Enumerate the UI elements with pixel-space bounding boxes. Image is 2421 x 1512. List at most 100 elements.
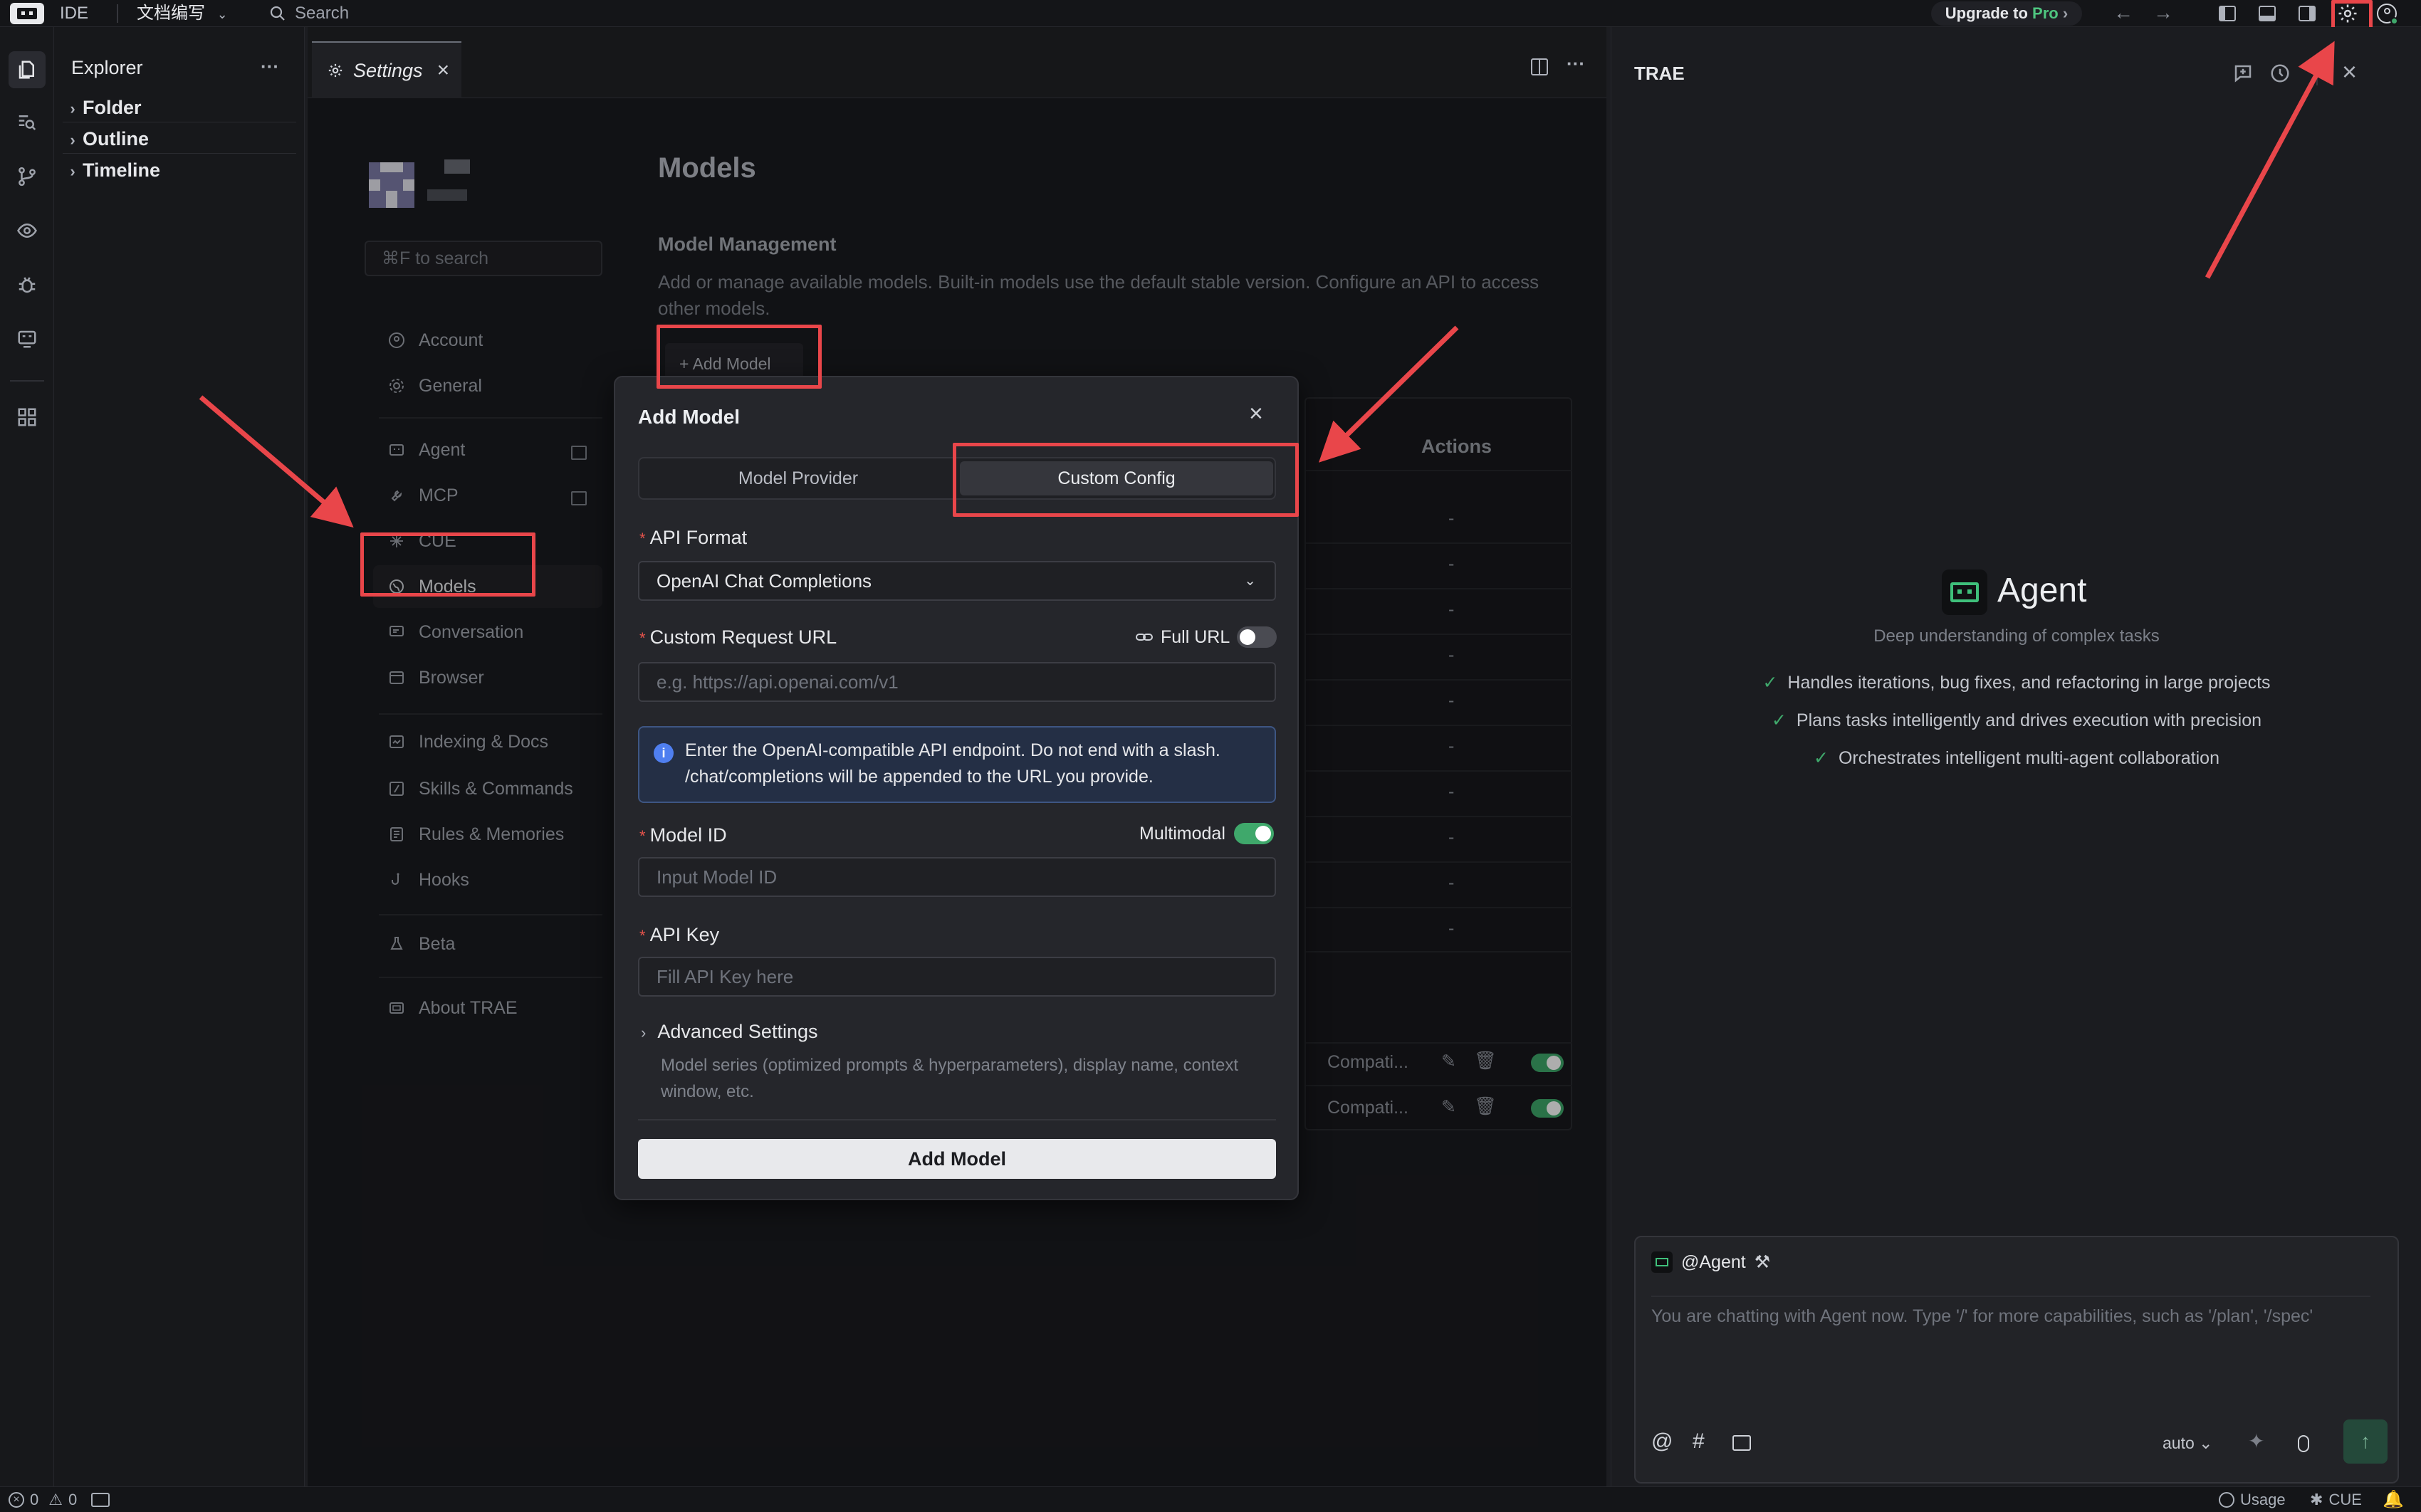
sparkle-icon[interactable]: ✦ bbox=[2248, 1429, 2264, 1453]
account-avatar-icon[interactable] bbox=[2377, 4, 2398, 25]
toggle-right-panel-icon[interactable] bbox=[2299, 6, 2316, 21]
chevron-down-icon: ⌄ bbox=[216, 7, 228, 21]
image-icon[interactable] bbox=[1732, 1435, 1751, 1451]
usage-indicator[interactable]: Usage bbox=[2219, 1491, 2286, 1509]
model-id-label: * Model ID bbox=[639, 824, 727, 846]
cue-label: CUE bbox=[2328, 1491, 2362, 1508]
title-bar: IDE 文档编写 ⌄ Search Upgrade to Pro › ← → bbox=[0, 0, 2421, 27]
cue-indicator[interactable]: ✱ CUE bbox=[2310, 1491, 2362, 1509]
api-key-label: * API Key bbox=[639, 924, 719, 946]
custom-url-input[interactable]: e.g. https://api.openai.com/v1 bbox=[638, 662, 1276, 702]
chevron-down-icon: ⌄ bbox=[2199, 1434, 2213, 1452]
chevron-right-icon: › bbox=[70, 100, 75, 117]
remote-icon[interactable] bbox=[9, 320, 46, 357]
toggle-panel-icon[interactable] bbox=[2259, 6, 2276, 21]
toggle-sidebar-icon[interactable] bbox=[2219, 6, 2236, 21]
chevron-right-icon: › bbox=[2062, 4, 2069, 22]
panel-title: TRAE bbox=[1634, 63, 1685, 84]
source-control-icon[interactable] bbox=[9, 158, 46, 195]
mention-icon[interactable]: @ bbox=[1651, 1429, 1673, 1454]
notifications-bell-icon[interactable]: 🔔 bbox=[2383, 1489, 2404, 1510]
explorer-section-outline[interactable]: › Outline bbox=[63, 124, 296, 154]
advanced-settings-toggle[interactable]: › Advanced Settings bbox=[641, 1021, 817, 1043]
history-icon[interactable] bbox=[2269, 63, 2291, 84]
explorer-section-timeline[interactable]: › Timeline bbox=[63, 155, 296, 185]
warning-icon: ⚠ bbox=[48, 1491, 63, 1508]
error-count: 0 bbox=[30, 1491, 39, 1508]
label-text: Custom Request URL bbox=[649, 626, 837, 648]
multimodal-toggle-group: Multimodal bbox=[1139, 823, 1274, 844]
info-text: Enter the OpenAI-compatible API endpoint… bbox=[685, 740, 1220, 787]
api-format-select[interactable]: OpenAI Chat Completions ⌄ bbox=[638, 561, 1276, 601]
explorer-section-folder[interactable]: › Folder bbox=[63, 93, 296, 122]
ide-mode-label[interactable]: IDE bbox=[60, 0, 88, 27]
trae-logo[interactable] bbox=[10, 3, 44, 24]
api-key-input[interactable]: Fill API Key here bbox=[638, 957, 1276, 997]
feature-item: ✓ Plans tasks intelligently and drives ex… bbox=[1771, 710, 2262, 730]
agent-logo-icon bbox=[1651, 1251, 1673, 1273]
usage-icon bbox=[2219, 1492, 2234, 1508]
more-actions-icon[interactable]: ··· bbox=[1567, 53, 1585, 75]
split-editor-icon[interactable] bbox=[1531, 58, 1548, 75]
error-icon: × bbox=[9, 1492, 24, 1508]
close-icon[interactable]: × bbox=[437, 58, 450, 83]
model-id-input[interactable]: Input Model ID bbox=[638, 857, 1276, 897]
advanced-title: Advanced Settings bbox=[657, 1021, 818, 1042]
search-panel-icon[interactable] bbox=[9, 104, 46, 141]
upgrade-label: Upgrade to bbox=[1945, 4, 2028, 22]
search-icon bbox=[270, 6, 285, 21]
label-text: Model ID bbox=[649, 824, 727, 846]
files-icon[interactable] bbox=[9, 51, 46, 88]
check-icon: ✓ bbox=[1762, 673, 1778, 693]
agent-title: Agent bbox=[1997, 572, 2087, 609]
required-mark: * bbox=[639, 530, 646, 547]
explorer-title: Explorer bbox=[71, 57, 143, 78]
more-actions-icon[interactable]: ··· bbox=[261, 56, 279, 78]
tab-settings[interactable]: Settings × bbox=[312, 41, 461, 98]
chevron-right-icon: › bbox=[70, 131, 75, 149]
close-icon[interactable]: × bbox=[1249, 400, 1263, 428]
forward-arrow-icon[interactable]: → bbox=[2153, 1, 2173, 24]
section-label: Folder bbox=[83, 97, 142, 118]
full-url-toggle[interactable] bbox=[1237, 626, 1277, 648]
multimodal-toggle[interactable] bbox=[1233, 823, 1274, 844]
tab-custom-config[interactable]: Custom Config bbox=[960, 461, 1273, 495]
problems-indicator[interactable]: × 0 ⚠ 0 bbox=[9, 1491, 110, 1509]
info-icon: i bbox=[654, 743, 674, 763]
add-model-submit-button[interactable]: Add Model bbox=[638, 1139, 1276, 1179]
required-mark: * bbox=[639, 927, 646, 945]
tab-model-provider[interactable]: Model Provider bbox=[639, 458, 957, 498]
back-arrow-icon[interactable]: ← bbox=[2113, 1, 2133, 24]
model-mode-select[interactable]: auto ⌄ bbox=[2163, 1434, 2212, 1453]
full-url-toggle-group: Full URL bbox=[1135, 626, 1277, 648]
select-value: OpenAI Chat Completions bbox=[657, 570, 872, 592]
extensions-icon[interactable] bbox=[9, 399, 46, 436]
upgrade-button[interactable]: Upgrade to Pro › bbox=[1931, 1, 2082, 26]
chevron-right-icon: › bbox=[70, 162, 75, 180]
hash-icon[interactable]: # bbox=[1693, 1429, 1705, 1454]
terminal-icon bbox=[91, 1493, 110, 1507]
gear-icon bbox=[328, 63, 343, 78]
close-panel-icon[interactable]: × bbox=[2342, 57, 2357, 87]
pro-label: Pro bbox=[2032, 4, 2059, 22]
new-chat-icon[interactable] bbox=[2232, 63, 2254, 84]
dialog-title: Add Model bbox=[638, 406, 741, 428]
link-icon bbox=[1136, 634, 1153, 641]
global-search[interactable]: Search bbox=[269, 0, 349, 27]
microphone-icon[interactable] bbox=[2298, 1435, 2309, 1452]
send-button[interactable]: ↑ bbox=[2343, 1419, 2388, 1464]
preview-icon[interactable] bbox=[9, 212, 46, 249]
gear-icon[interactable] bbox=[2337, 3, 2358, 24]
required-mark: * bbox=[639, 629, 646, 647]
chat-textarea[interactable]: You are chatting with Agent now. Type '/… bbox=[1651, 1296, 2370, 1330]
tab-strip: Settings × ··· bbox=[308, 27, 1606, 98]
mode-value: auto bbox=[2163, 1434, 2195, 1452]
tab-group: Model Provider Custom Config bbox=[638, 457, 1276, 500]
chevron-right-icon: › bbox=[641, 1024, 647, 1041]
workspace-switcher[interactable]: 文档编写 ⌄ bbox=[137, 0, 228, 27]
agent-mention-chip[interactable]: @Agent ⚒ bbox=[1651, 1251, 1770, 1273]
label-text: API Key bbox=[649, 924, 720, 945]
section-label: Timeline bbox=[83, 159, 161, 181]
debug-icon[interactable] bbox=[9, 266, 46, 303]
custom-url-label: * Custom Request URL bbox=[639, 626, 837, 649]
